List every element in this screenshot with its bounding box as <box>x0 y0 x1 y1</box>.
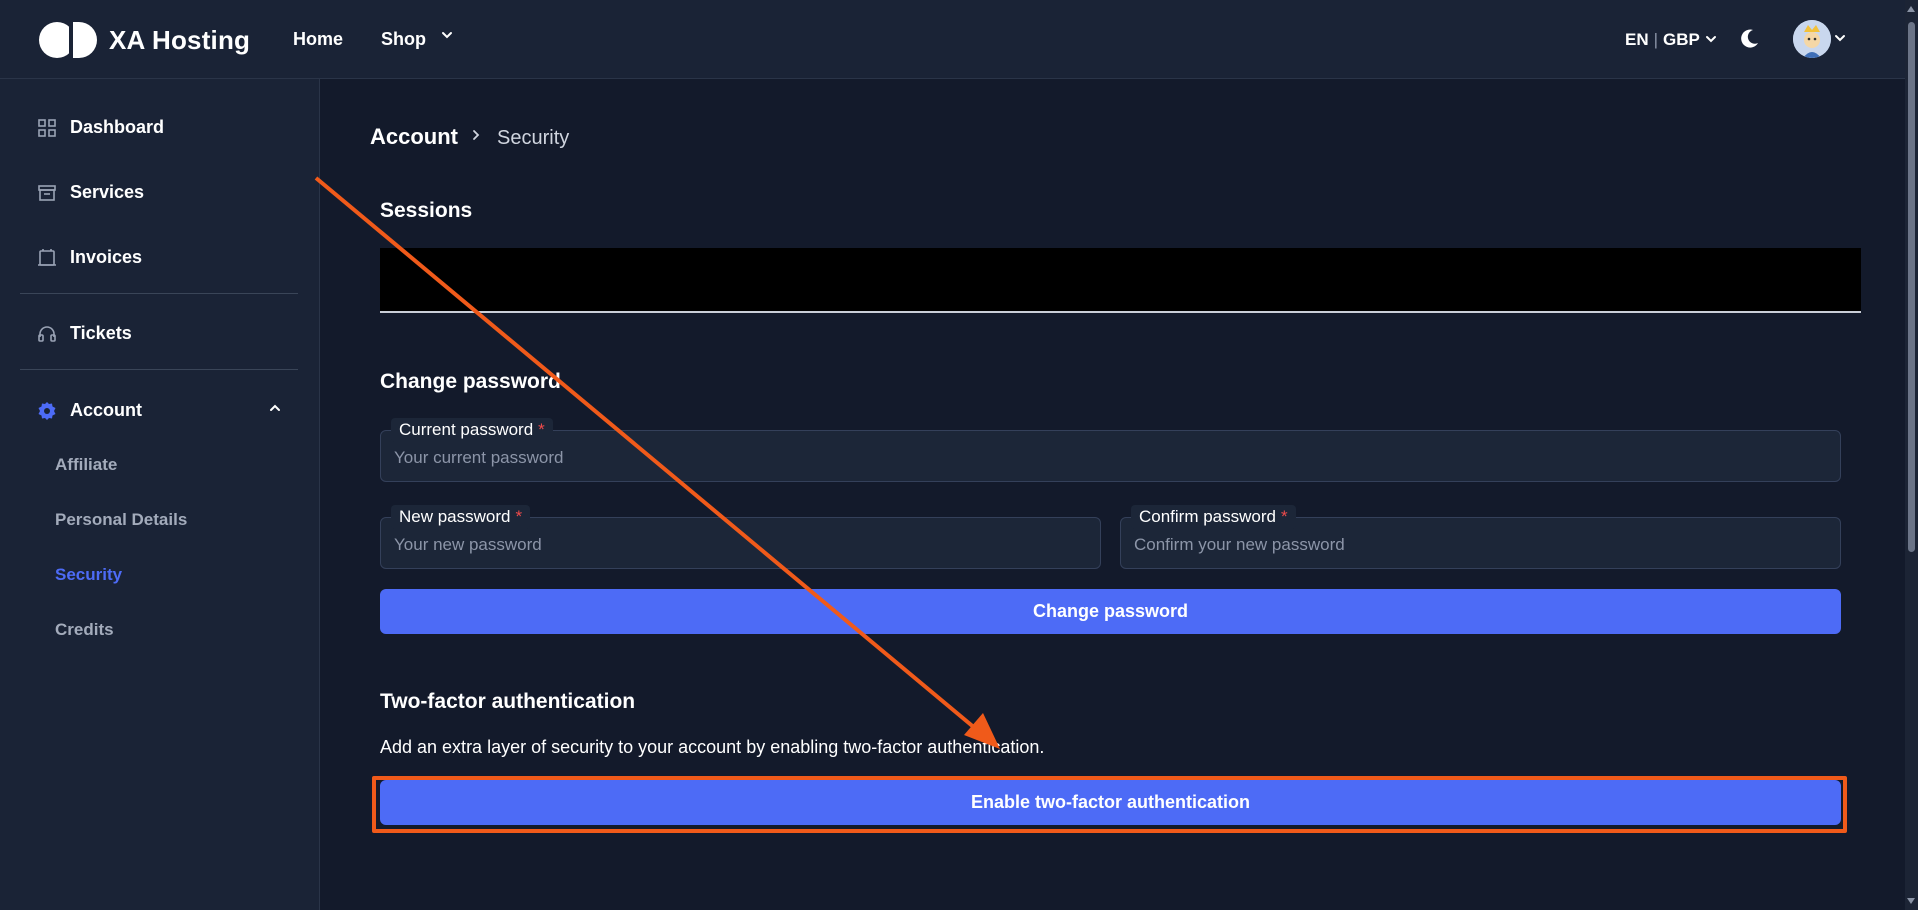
sidebar-subitem-personal-details[interactable]: Personal Details <box>55 510 187 530</box>
dark-mode-moon-icon[interactable] <box>1740 28 1760 55</box>
sidebar: Dashboard Services Invoices Tickets Acco… <box>0 79 320 910</box>
sessions-table-redacted <box>380 248 1861 313</box>
sidebar-item-label: Services <box>70 182 145 202</box>
change-password-heading: Change password <box>380 370 561 393</box>
confirm-password-input[interactable] <box>1134 535 1827 555</box>
nav-shop-link[interactable]: Shop <box>381 29 426 50</box>
change-password-button[interactable]: Change password <box>380 589 1841 634</box>
sidebar-subitem-affiliate[interactable]: Affiliate <box>55 455 117 475</box>
breadcrumb-account-link[interactable]: Account <box>370 124 458 150</box>
language-currency-selector[interactable]: EN | GBP <box>1625 30 1717 50</box>
chevron-down-icon[interactable] <box>1834 31 1846 49</box>
sidebar-item-tickets[interactable]: Tickets <box>37 323 132 344</box>
current-password-input[interactable] <box>394 448 1827 468</box>
confirm-password-field[interactable]: Confirm password * <box>1120 505 1841 569</box>
chevron-down-icon <box>1705 30 1717 50</box>
brand-name: XA Hosting <box>109 24 251 55</box>
sidebar-divider <box>20 293 298 294</box>
language-code: EN <box>1625 30 1649 49</box>
language-currency-separator: | <box>1653 30 1659 49</box>
scroll-down-arrow-icon[interactable] <box>1907 898 1915 904</box>
brand-logo-icon <box>39 20 99 60</box>
current-password-label: Current password * <box>391 418 553 442</box>
sidebar-item-account[interactable]: Account <box>37 400 142 421</box>
services-box-icon <box>37 183 57 203</box>
currency-code: GBP <box>1663 30 1700 49</box>
sidebar-item-dashboard[interactable]: Dashboard <box>37 117 164 138</box>
dashboard-grid-icon <box>37 118 57 138</box>
invoice-icon <box>37 248 57 268</box>
user-avatar[interactable] <box>1793 20 1831 58</box>
two-factor-heading: Two-factor authentication <box>380 690 636 713</box>
sidebar-subitem-security[interactable]: Security <box>55 565 122 585</box>
chevron-right-icon <box>470 128 482 147</box>
sidebar-item-label: Invoices <box>70 247 143 267</box>
sidebar-item-label: Account <box>70 400 142 420</box>
headset-icon <box>37 324 57 344</box>
brand-logo[interactable]: XA Hosting <box>39 20 250 60</box>
scroll-up-arrow-icon[interactable] <box>1907 6 1915 12</box>
chevron-up-icon[interactable] <box>268 401 282 420</box>
sessions-heading: Sessions <box>380 199 473 222</box>
new-password-field[interactable]: New password * <box>380 505 1101 569</box>
two-factor-description: Add an extra layer of security to your a… <box>380 737 1045 757</box>
new-password-label: New password * <box>391 505 531 529</box>
sidebar-item-label: Tickets <box>70 323 132 343</box>
sidebar-item-services[interactable]: Services <box>37 182 144 203</box>
breadcrumb-current: Security <box>497 127 570 149</box>
sidebar-item-label: Dashboard <box>70 117 165 137</box>
top-navigation-bar: XA Hosting Home Shop EN | GBP <box>0 0 1918 79</box>
current-password-field[interactable]: Current password * <box>380 418 1841 482</box>
sidebar-subitem-credits[interactable]: Credits <box>55 620 114 640</box>
sidebar-item-invoices[interactable]: Invoices <box>37 247 142 268</box>
sidebar-divider <box>20 369 298 370</box>
gear-icon <box>37 401 57 421</box>
page-scrollbar[interactable] <box>1905 0 1918 910</box>
chevron-down-icon[interactable] <box>440 28 454 47</box>
new-password-input[interactable] <box>394 535 1087 555</box>
confirm-password-label: Confirm password * <box>1131 505 1296 529</box>
enable-two-factor-button[interactable]: Enable two-factor authentication <box>380 780 1841 825</box>
nav-home-link[interactable]: Home <box>293 29 343 50</box>
scrollbar-thumb[interactable] <box>1908 22 1915 552</box>
